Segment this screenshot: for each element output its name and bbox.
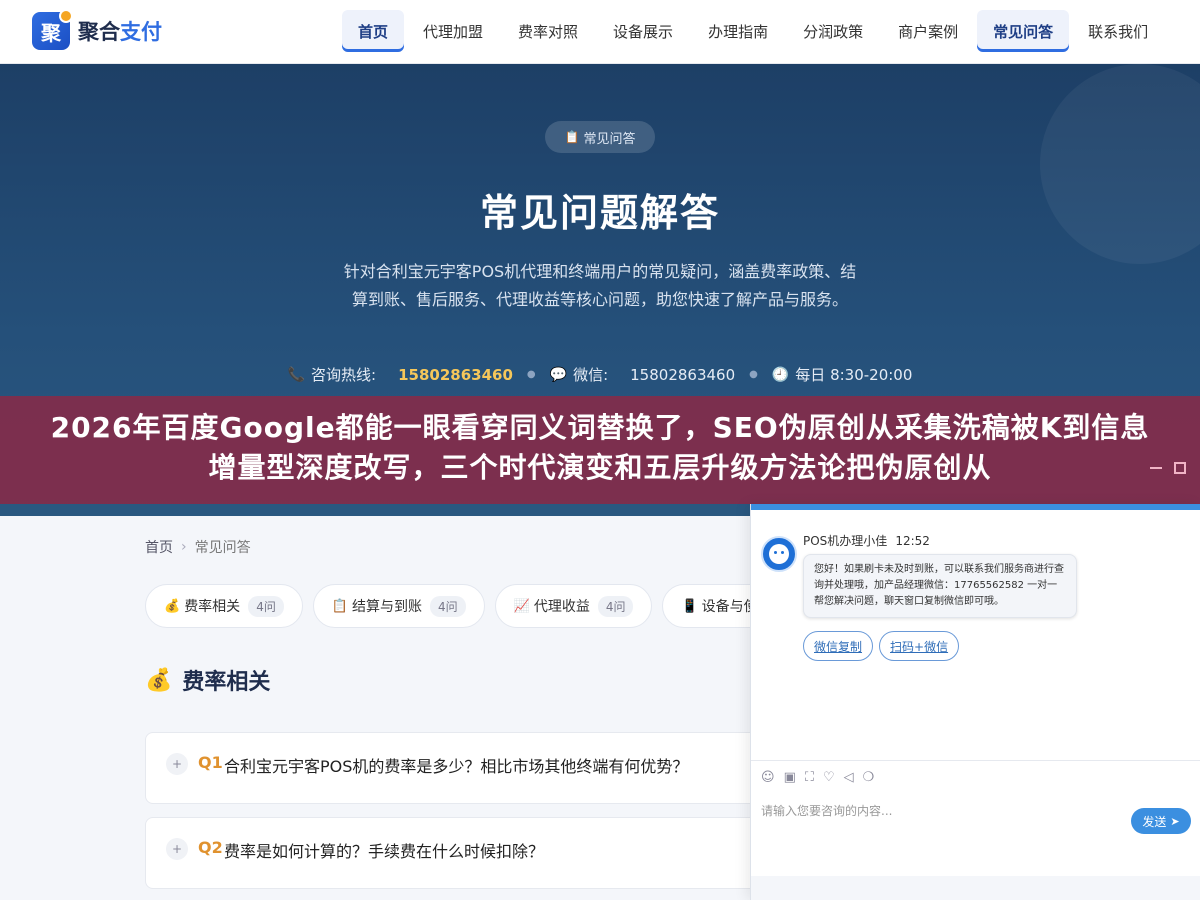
money-bag-icon: 💰 xyxy=(145,667,173,693)
logo-text-main: 聚合 xyxy=(78,20,120,44)
main-nav: 首页 代理加盟 费率对照 设备展示 办理指南 分润政策 商户案例 常见问答 联系… xyxy=(342,10,1167,52)
breadcrumb: 首页 › 常见问答 xyxy=(145,537,251,557)
chart-up-icon: 📈 xyxy=(513,598,530,614)
chat-topbar xyxy=(751,504,1200,510)
breadcrumb-home[interactable]: 首页 xyxy=(145,537,173,557)
nav-item-cases[interactable]: 商户案例 xyxy=(882,10,974,52)
chat-divider xyxy=(751,760,1200,761)
chat-bubble-icon: 💬 xyxy=(549,366,568,383)
send-label: 发送 xyxy=(1142,814,1167,829)
category-count: 4问 xyxy=(430,595,466,617)
question-text[interactable]: 合利宝元宇客POS机的费率是多少？相比市场其他终端有何优势？ xyxy=(224,753,688,777)
message-time: 12:52 xyxy=(895,534,930,548)
chat-footer xyxy=(751,876,1200,900)
separator-dot: ● xyxy=(749,369,758,380)
nav-item-profit-policy[interactable]: 分润政策 xyxy=(787,10,879,52)
wechat-number[interactable]: 15802863460 xyxy=(630,366,735,384)
maximize-icon[interactable] xyxy=(1174,462,1186,474)
site-logo[interactable]: 聚 聚合支付 xyxy=(32,9,162,50)
service-hours: 每日 8:30-20:00 xyxy=(795,366,913,384)
breadcrumb-current: 常见问答 xyxy=(194,540,251,556)
agent-avatar xyxy=(761,536,797,572)
logo-text: 聚合支付 xyxy=(78,16,162,46)
wechat-label: 微信: xyxy=(573,366,609,384)
hotline-label: 咨询热线: xyxy=(311,366,377,384)
expand-plus-icon[interactable]: + xyxy=(166,753,188,775)
chat-toolbar: ☺ ▣ ⛶ ♡ ◁ ❍ xyxy=(761,770,883,785)
nav-item-rate-compare[interactable]: 费率对照 xyxy=(502,10,594,52)
logo-text-accent: 支付 xyxy=(120,20,162,44)
emoji-icon[interactable]: ☺ xyxy=(761,770,775,785)
category-count: 4问 xyxy=(248,595,284,617)
category-label: 代理收益 xyxy=(533,599,590,615)
chat-input[interactable]: 请输入您要咨询的内容... xyxy=(761,802,892,819)
question-number: Q2 xyxy=(198,838,223,857)
chat-quick-actions: 微信复制 扫码+微信 xyxy=(803,631,965,661)
screenshot-icon[interactable]: ⛶ xyxy=(805,770,814,785)
nav-item-agent-join[interactable]: 代理加盟 xyxy=(407,10,499,52)
site-header: 聚 聚合支付 首页 代理加盟 费率对照 设备展示 办理指南 分润政策 商户案例 … xyxy=(0,0,1200,64)
clock-icon: 🕘 xyxy=(771,366,790,383)
agent-name: POS机办理小佳 xyxy=(803,534,888,548)
scan-wechat-button[interactable]: 扫码+微信 xyxy=(879,631,960,661)
faq-item[interactable]: + Q2 费率是如何计算的？手续费在什么时候扣除？ xyxy=(145,817,765,889)
chevron-right-icon: › xyxy=(181,539,187,555)
overlay-banner[interactable]: 2026年百度Google都能一眼看穿同义词替换了，SEO伪原创从采集洗稿被K到… xyxy=(0,396,1200,504)
nav-item-contact[interactable]: 联系我们 xyxy=(1072,10,1164,52)
nav-item-faq[interactable]: 常见问答 xyxy=(977,10,1070,52)
nav-item-home[interactable]: 首页 xyxy=(342,10,405,52)
section-title: 费率相关 xyxy=(182,670,271,695)
logo-mark: 聚 xyxy=(32,9,73,50)
minimize-icon[interactable] xyxy=(1150,462,1162,469)
category-tabs: 💰 费率相关 4问 📋 结算与到账 4问 📈 代理收益 4问 📱 设备与使 xyxy=(145,584,787,628)
nav-item-devices[interactable]: 设备展示 xyxy=(597,10,689,52)
avatar-face-icon xyxy=(769,544,789,564)
expand-plus-icon[interactable]: + xyxy=(166,838,188,860)
hotline-number[interactable]: 15802863460 xyxy=(398,366,513,384)
mobile-phone-icon: 📱 xyxy=(681,598,698,614)
contact-row: 📞 咨询热线: 15802863460 ● 💬 微信: 15802863460 … xyxy=(0,364,1200,385)
question-text[interactable]: 费率是如何计算的？手续费在什么时候扣除？ xyxy=(224,838,544,862)
rating-icon[interactable]: ♡ xyxy=(823,770,835,785)
money-bag-icon: 💰 xyxy=(164,598,181,614)
chat-message: 您好！如果刷卡未及时到账，可以联系我们服务商进行查询并处理哦，加产品经理微信：1… xyxy=(803,554,1077,618)
send-button[interactable]: 发送 ➤ xyxy=(1131,808,1191,834)
category-label: 费率相关 xyxy=(184,599,241,615)
copy-wechat-button[interactable]: 微信复制 xyxy=(803,631,874,661)
chat-widget: POS机办理小佳 12:52 您好！如果刷卡未及时到账，可以联系我们服务商进行查询… xyxy=(750,504,1200,900)
chat-agent-header: POS机办理小佳 12:52 xyxy=(803,532,930,549)
banner-headline[interactable]: 2026年百度Google都能一眼看穿同义词替换了，SEO伪原创从采集洗稿被K到… xyxy=(40,408,1160,490)
category-label: 结算与到账 xyxy=(352,599,423,615)
category-settlement[interactable]: 📋 结算与到账 4问 xyxy=(312,584,485,628)
page-title: 常见问题解答 xyxy=(479,191,720,235)
category-agent-income[interactable]: 📈 代理收益 4问 xyxy=(494,584,653,628)
hero-description: 针对合利宝元宇客POS机代理和终端用户的常见疑问，涵盖费率政策、结算到账、售后服… xyxy=(343,262,857,309)
category-count: 4问 xyxy=(597,595,634,617)
separator-dot: ● xyxy=(526,369,536,380)
phone-icon: 📞 xyxy=(287,366,306,383)
nav-item-guide[interactable]: 办理指南 xyxy=(692,10,784,52)
clipboard-icon: 📋 xyxy=(331,598,349,614)
mute-icon[interactable]: ◁ xyxy=(844,770,854,785)
hero-badge-label: 常见问答 xyxy=(583,131,636,147)
banner-controls xyxy=(1138,462,1186,474)
category-rate[interactable]: 💰 费率相关 4问 xyxy=(145,584,303,628)
section-heading: 💰 费率相关 xyxy=(145,664,270,696)
clipboard-icon: 📋 xyxy=(564,130,580,144)
faq-item[interactable]: + Q1 合利宝元宇客POS机的费率是多少？相比市场其他终端有何优势？ xyxy=(145,732,765,804)
hero-badge: 📋 常见问答 xyxy=(545,121,655,153)
send-arrow-icon: ➤ xyxy=(1170,814,1180,828)
image-icon[interactable]: ▣ xyxy=(784,770,796,785)
question-number: Q1 xyxy=(198,753,223,772)
chat-switch-icon[interactable]: ❍ xyxy=(863,770,875,785)
